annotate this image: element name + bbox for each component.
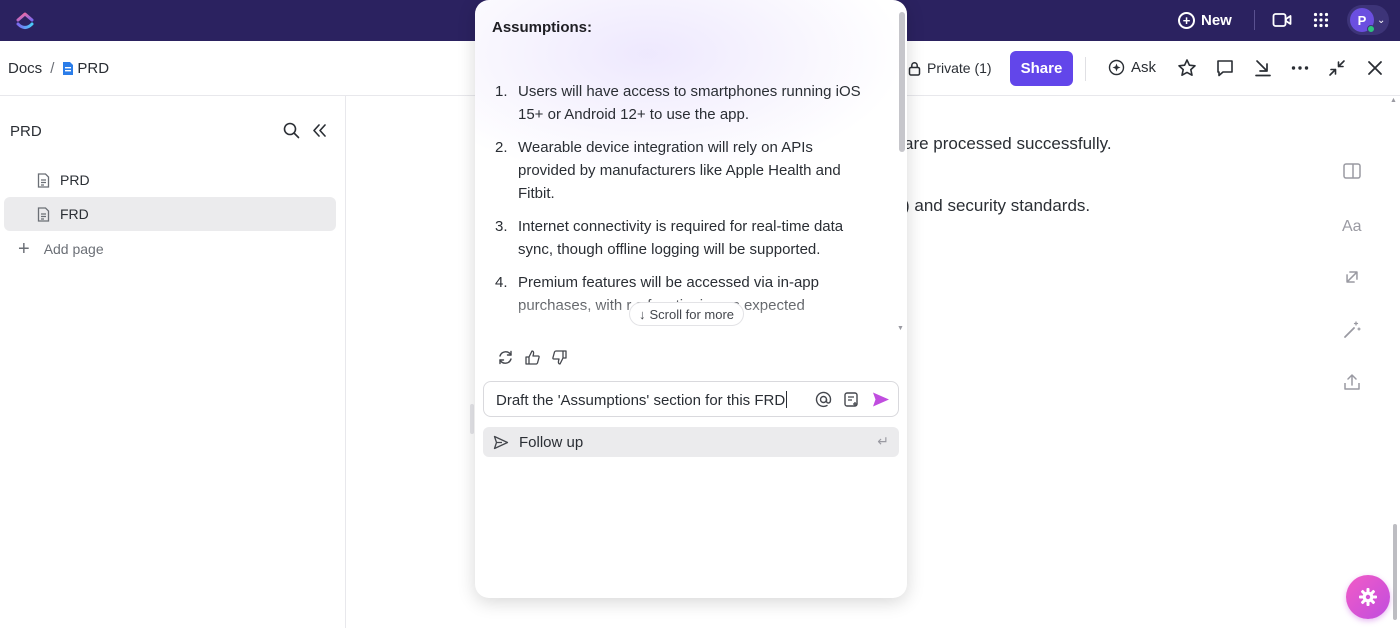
thumbs-down-icon[interactable]	[551, 349, 568, 366]
page-icon	[37, 172, 50, 188]
close-icon[interactable]	[1365, 58, 1385, 78]
privacy-label: Private (1)	[927, 60, 992, 76]
scroll-more-label: Scroll for more	[649, 306, 735, 322]
sidebar-item-prd[interactable]: PRD	[4, 163, 336, 197]
doc-icon	[63, 62, 74, 75]
star-icon[interactable]	[1177, 58, 1197, 78]
convert-icon[interactable]	[1342, 267, 1362, 287]
add-page-button[interactable]: + Add page	[18, 239, 104, 259]
text-caret	[786, 391, 788, 408]
list-item: 2. Wearable device integration will rely…	[495, 139, 841, 202]
plus-circle-icon: +	[1178, 11, 1195, 29]
panel-resize-handle[interactable]	[470, 404, 474, 434]
ai-assistant-fab[interactable]	[1346, 575, 1390, 619]
plus-icon: +	[18, 238, 30, 260]
scroll-up-arrow[interactable]: ▲	[1390, 97, 1397, 104]
lock-icon	[908, 61, 921, 76]
page-layout-icon[interactable]	[1342, 161, 1362, 181]
divider	[1254, 10, 1255, 30]
privacy-button[interactable]: Private (1)	[908, 60, 992, 76]
breadcrumb-docs[interactable]: Docs	[8, 60, 42, 77]
video-icon[interactable]	[1272, 11, 1292, 29]
avatar: P	[1350, 8, 1375, 33]
enter-key-icon: ↵	[877, 433, 889, 449]
chevron-down-icon: ⌄	[1377, 14, 1386, 26]
ask-label: Ask	[1131, 59, 1157, 76]
online-status-dot	[1367, 25, 1375, 33]
follow-up-suggestion[interactable]: Follow up ↵	[483, 427, 899, 457]
clickup-logo-icon[interactable]	[14, 9, 36, 31]
new-button[interactable]: + New	[1178, 9, 1232, 31]
follow-up-label: Follow up	[519, 433, 584, 451]
doc-text-line: ) and security standards.	[904, 196, 1091, 215]
breadcrumb-separator: /	[50, 60, 55, 77]
ai-response-area[interactable]: Assumptions: 1. Users will have access t…	[475, 0, 885, 335]
send-icon[interactable]	[872, 391, 890, 408]
more-options-icon[interactable]	[1290, 58, 1310, 78]
mention-icon[interactable]	[815, 391, 832, 408]
download-icon[interactable]	[1253, 58, 1273, 78]
doc-sidebar: PRD PRD FRD + Add page	[0, 96, 346, 628]
svg-text:Aa: Aa	[1342, 218, 1362, 235]
collapse-sidebar-icon[interactable]	[311, 122, 328, 139]
ai-sparkle-icon	[1108, 59, 1125, 76]
doc-text-line: are processed successfully.	[904, 134, 1112, 153]
scroll-for-more-button[interactable]: ↓ Scroll for more	[629, 302, 745, 326]
sidebar-item-frd[interactable]: FRD	[4, 197, 336, 231]
regenerate-icon[interactable]	[497, 349, 514, 366]
export-icon[interactable]	[1342, 372, 1362, 392]
send-outline-icon	[493, 435, 509, 449]
prompt-input-value[interactable]: Draft the 'Assumptions' section for this…	[496, 391, 788, 409]
share-button[interactable]: Share	[1010, 51, 1073, 86]
page-icon	[37, 206, 50, 222]
gear-icon	[1359, 588, 1377, 606]
new-button-label: New	[1201, 11, 1232, 29]
scroll-down-arrow[interactable]: ▼	[897, 325, 904, 332]
prompt-input[interactable]: Draft the 'Assumptions' section for this…	[483, 381, 899, 417]
user-menu[interactable]: P ⌄	[1347, 5, 1389, 35]
breadcrumb-doc[interactable]: PRD	[62, 60, 109, 77]
comment-icon[interactable]	[1215, 58, 1235, 78]
typography-icon[interactable]: Aa	[1342, 215, 1362, 235]
add-page-label: Add page	[43, 241, 104, 257]
apps-grid-icon[interactable]	[1313, 12, 1329, 28]
arrow-down-icon: ↓	[639, 306, 646, 322]
search-icon[interactable]	[283, 122, 300, 139]
add-context-icon[interactable]	[843, 391, 860, 408]
thumbs-up-icon[interactable]	[524, 349, 541, 366]
collapse-icon[interactable]	[1327, 58, 1347, 78]
divider	[1085, 57, 1086, 81]
sidebar-item-label: FRD	[60, 206, 89, 222]
list-item: 3. Internet connectivity is required for…	[495, 218, 844, 258]
page-scrollbar[interactable]	[1393, 524, 1397, 620]
ai-assistant-panel: Assumptions: 1. Users will have access t…	[475, 0, 907, 598]
magic-wand-icon[interactable]	[1342, 320, 1362, 340]
response-heading: Assumptions:	[492, 19, 593, 36]
ask-ai-button[interactable]: Ask	[1108, 59, 1156, 76]
list-item: 1. Users will have access to smartphones…	[495, 83, 861, 123]
breadcrumb: Docs / PRD	[8, 60, 109, 77]
feedback-actions	[497, 349, 568, 366]
sidebar-item-label: PRD	[60, 172, 90, 188]
sidebar-title: PRD	[10, 123, 42, 140]
panel-scrollbar[interactable]	[899, 12, 905, 152]
